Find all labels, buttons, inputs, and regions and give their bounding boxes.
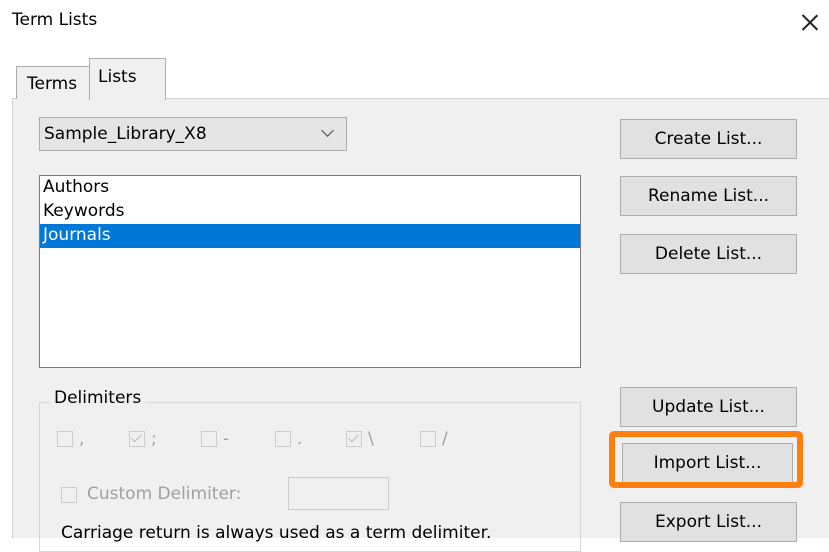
- import-highlight: [609, 431, 803, 488]
- library-select[interactable]: Sample_Library_X8: [39, 117, 347, 151]
- rename-list-button[interactable]: Rename List...: [620, 176, 797, 216]
- delimiter-backslash-label: \: [368, 429, 374, 449]
- delimiters-label: Delimiters: [50, 388, 146, 408]
- list-item[interactable]: Authors: [40, 176, 580, 200]
- term-lists-listbox[interactable]: Authors Keywords Journals: [39, 175, 581, 368]
- delete-list-button[interactable]: Delete List...: [620, 234, 797, 274]
- delimiter-comma-label: ,: [79, 429, 85, 449]
- list-item[interactable]: Journals: [40, 224, 580, 248]
- delimiter-comma-checkbox[interactable]: [57, 431, 73, 447]
- custom-delimiter-checkbox[interactable]: [61, 487, 77, 503]
- carriage-return-note: Carriage return is always used as a term…: [61, 523, 492, 543]
- custom-delimiter-label: Custom Delimiter:: [87, 484, 242, 504]
- delimiter-semicolon-label: ;: [151, 429, 157, 449]
- tab-lists[interactable]: Lists: [89, 58, 166, 100]
- library-select-value: Sample_Library_X8: [44, 124, 207, 144]
- delimiter-period-label: .: [297, 429, 303, 449]
- delimiter-semicolon-checkbox[interactable]: [129, 431, 145, 447]
- list-item[interactable]: Keywords: [40, 200, 580, 224]
- export-list-button[interactable]: Export List...: [620, 502, 797, 542]
- delimiter-period-checkbox[interactable]: [275, 431, 291, 447]
- chevron-down-icon: [321, 124, 334, 137]
- delimiter-dash-checkbox[interactable]: [201, 431, 217, 447]
- create-list-button[interactable]: Create List...: [620, 119, 797, 159]
- delimiter-backslash-checkbox[interactable]: [346, 431, 362, 447]
- custom-delimiter-input[interactable]: [288, 477, 389, 510]
- delimiter-slash-checkbox[interactable]: [420, 431, 436, 447]
- delimiter-slash-label: /: [442, 429, 448, 449]
- delimiter-dash-label: -: [223, 429, 230, 449]
- window-title: Term Lists: [12, 10, 98, 30]
- tab-terms[interactable]: Terms: [16, 66, 91, 99]
- close-icon[interactable]: [801, 13, 819, 31]
- update-list-button[interactable]: Update List...: [620, 387, 797, 427]
